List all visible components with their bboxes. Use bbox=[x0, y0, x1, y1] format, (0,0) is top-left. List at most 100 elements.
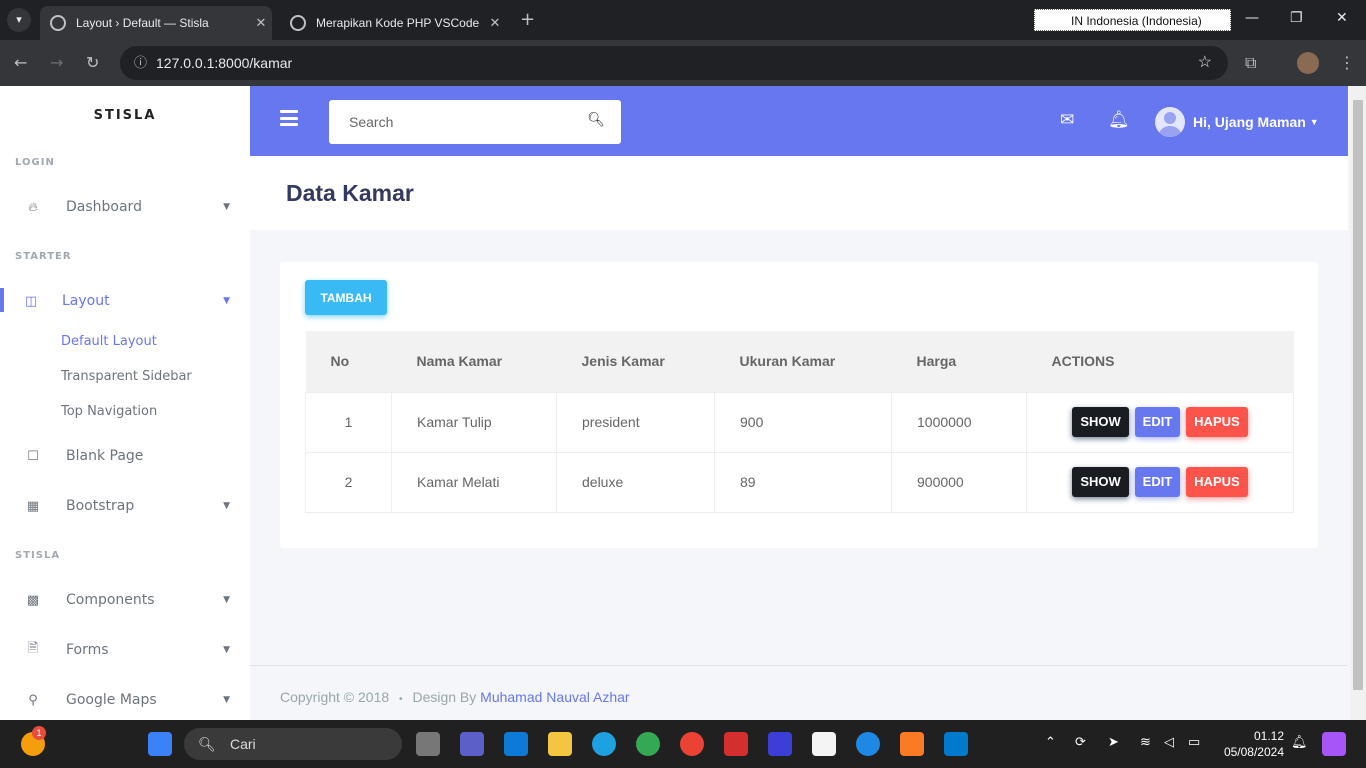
sidebar-item-components[interactable]: ▩ Components ▼ bbox=[0, 580, 250, 620]
back-icon[interactable]: ← bbox=[14, 53, 27, 72]
sidebar-item-bootstrap[interactable]: ▦ Bootstrap ▼ bbox=[0, 486, 250, 526]
openai-icon bbox=[290, 15, 306, 31]
edit-button[interactable]: EDIT bbox=[1134, 407, 1181, 437]
submenu-top-navigation[interactable]: Top Navigation bbox=[61, 404, 157, 419]
acrobat-icon[interactable] bbox=[724, 732, 748, 756]
file-explorer-icon[interactable] bbox=[548, 732, 572, 756]
copyright: Copyright © 2018 bbox=[280, 689, 390, 705]
xampp-icon[interactable] bbox=[900, 732, 924, 756]
sidebar-item-label: Dashboard bbox=[66, 199, 142, 215]
tab-layout-default[interactable]: Layout › Default — Stisla ✕ bbox=[40, 6, 272, 40]
sidebar-item-dashboard[interactable]: 🔥︎ Dashboard ▼ bbox=[0, 187, 250, 227]
browser-menu-icon[interactable]: ⋮ bbox=[1339, 53, 1355, 72]
file-icon: 🗎︎ bbox=[27, 641, 39, 656]
top-navbar: 🔍︎ ✉ 🔔︎ Hi, Ujang Maman ▼ bbox=[250, 86, 1348, 156]
column-header: Harga bbox=[891, 331, 1027, 392]
cell-nama: Kamar Tulip bbox=[391, 391, 557, 452]
edit-button[interactable]: EDIT bbox=[1134, 467, 1181, 497]
menu-header-stisla: STISLA bbox=[15, 550, 61, 561]
chrome-canary-icon[interactable] bbox=[636, 732, 660, 756]
map-marker-icon: ⚲ bbox=[28, 692, 38, 708]
chevron-up-icon[interactable]: ⌃ bbox=[1045, 734, 1056, 750]
vscode-icon[interactable] bbox=[944, 732, 968, 756]
close-tab-icon[interactable]: ✕ bbox=[250, 15, 272, 31]
location-icon[interactable]: ➤ bbox=[1108, 734, 1119, 750]
submenu-default-layout[interactable]: Default Layout bbox=[61, 334, 157, 349]
search-icon: 🔍︎ bbox=[198, 736, 216, 752]
tab-merapikan-kode[interactable]: Merapikan Kode PHP VSCode ✕ bbox=[280, 6, 506, 40]
taskbar-search[interactable]: 🔍︎ Cari bbox=[184, 728, 402, 760]
tab-search-icon[interactable]: ▾ bbox=[7, 8, 31, 32]
close-tab-icon[interactable]: ✕ bbox=[484, 15, 506, 31]
restore-icon[interactable]: ❐ bbox=[1290, 10, 1303, 26]
sidebar-item-blank-page[interactable]: ☐ Blank Page bbox=[0, 436, 250, 476]
battery-icon[interactable]: ▭ bbox=[1188, 734, 1200, 750]
task-view-icon[interactable] bbox=[416, 732, 440, 756]
browser-icon[interactable] bbox=[856, 732, 880, 756]
close-window-icon[interactable]: ✕ bbox=[1336, 10, 1348, 26]
site-info-icon[interactable]: ⓘ bbox=[134, 46, 147, 80]
document-icon[interactable] bbox=[812, 732, 836, 756]
cell-ukuran: 89 bbox=[714, 451, 892, 513]
sidebar-item-layout[interactable]: ◫ Layout ▼ bbox=[0, 281, 250, 321]
column-header: Nama Kamar bbox=[391, 331, 557, 392]
extensions-icon[interactable]: ⧉ bbox=[1245, 53, 1256, 73]
column-header: Ukuran Kamar bbox=[714, 331, 892, 392]
browser-toolbar: ← → ↻ ⓘ 127.0.0.1:8000/kamar ☆ ⧉ ⋮ bbox=[0, 40, 1366, 86]
square-icon: ☐ bbox=[27, 448, 39, 464]
time: 01.12 bbox=[1253, 729, 1284, 743]
bell-icon[interactable]: 🔔︎ bbox=[1291, 734, 1308, 750]
mail-icon[interactable] bbox=[504, 732, 528, 756]
system-clock[interactable]: 01.12 05/08/2024 bbox=[1214, 728, 1284, 760]
app-icon[interactable] bbox=[768, 732, 792, 756]
chrome-icon[interactable] bbox=[680, 732, 704, 756]
kamar-table: No Nama Kamar Jenis Kamar Ukuran Kamar H… bbox=[305, 331, 1294, 513]
main-content: 🔍︎ ✉ 🔔︎ Hi, Ujang Maman ▼ Data Kamar TAM… bbox=[250, 86, 1348, 720]
show-button[interactable]: SHOW bbox=[1072, 467, 1129, 497]
sync-icon[interactable]: ⟳ bbox=[1075, 734, 1086, 750]
url-text: 127.0.0.1:8000/kamar bbox=[156, 55, 293, 71]
cell-no: 1 bbox=[305, 391, 392, 452]
address-bar[interactable]: ⓘ 127.0.0.1:8000/kamar ☆ bbox=[120, 46, 1228, 80]
sidebar-brand[interactable]: STISLA bbox=[0, 108, 250, 123]
bookmark-star-icon[interactable]: ☆ bbox=[1198, 46, 1212, 80]
wifi-icon[interactable]: ≋ bbox=[1140, 734, 1151, 750]
delete-button[interactable]: HAPUS bbox=[1186, 407, 1248, 437]
sidebar-item-label: Blank Page bbox=[66, 448, 144, 464]
delete-button[interactable]: HAPUS bbox=[1186, 467, 1248, 497]
teams-icon[interactable] bbox=[460, 732, 484, 756]
copilot-icon[interactable] bbox=[1322, 732, 1346, 756]
envelope-icon[interactable]: ✉ bbox=[1060, 110, 1074, 130]
volume-icon[interactable]: ◁ bbox=[1164, 734, 1174, 750]
footer-text: Copyright © 2018 • Design By Muhamad Nau… bbox=[280, 689, 630, 705]
cell-jenis: president bbox=[556, 391, 715, 452]
submenu-transparent-sidebar[interactable]: Transparent Sidebar bbox=[61, 369, 192, 384]
grid-icon: ▦ bbox=[26, 498, 40, 514]
edge-icon[interactable] bbox=[592, 732, 616, 756]
new-tab-icon[interactable]: + bbox=[520, 9, 535, 30]
sidebar-item-google-maps[interactable]: ⚲ Google Maps ▼ bbox=[0, 680, 250, 720]
cell-actions: SHOW EDIT HAPUS bbox=[1026, 391, 1294, 452]
reload-icon[interactable]: ↻ bbox=[86, 53, 99, 72]
page-title: Data Kamar bbox=[286, 180, 414, 206]
hamburger-menu-icon[interactable] bbox=[280, 110, 298, 126]
sidebar-item-forms[interactable]: 🗎︎ Forms ▼ bbox=[0, 630, 250, 670]
windows-start-icon[interactable] bbox=[148, 732, 172, 756]
bell-icon[interactable]: 🔔︎ bbox=[1108, 110, 1130, 130]
forward-icon[interactable]: → bbox=[50, 53, 63, 72]
search-input[interactable] bbox=[329, 100, 569, 144]
tab-title: Merapikan Kode PHP VSCode bbox=[316, 16, 480, 30]
author-link[interactable]: Muhamad Nauval Azhar bbox=[480, 689, 629, 705]
globe-icon bbox=[50, 15, 66, 31]
cell-no: 2 bbox=[305, 451, 392, 513]
sidebar-item-label: Google Maps bbox=[66, 692, 157, 708]
profile-avatar[interactable] bbox=[1297, 52, 1319, 74]
show-button[interactable]: SHOW bbox=[1072, 407, 1129, 437]
page-scrollbar[interactable] bbox=[1350, 86, 1366, 720]
search-icon[interactable]: 🔍︎ bbox=[587, 112, 605, 128]
user-dropdown[interactable]: Hi, Ujang Maman ▼ bbox=[1155, 107, 1319, 137]
minimize-icon[interactable]: — bbox=[1245, 10, 1259, 26]
chevron-down-icon: ▼ bbox=[1309, 117, 1319, 127]
add-button[interactable]: TAMBAH bbox=[305, 280, 387, 315]
scrollbar-thumb[interactable] bbox=[1353, 100, 1363, 690]
